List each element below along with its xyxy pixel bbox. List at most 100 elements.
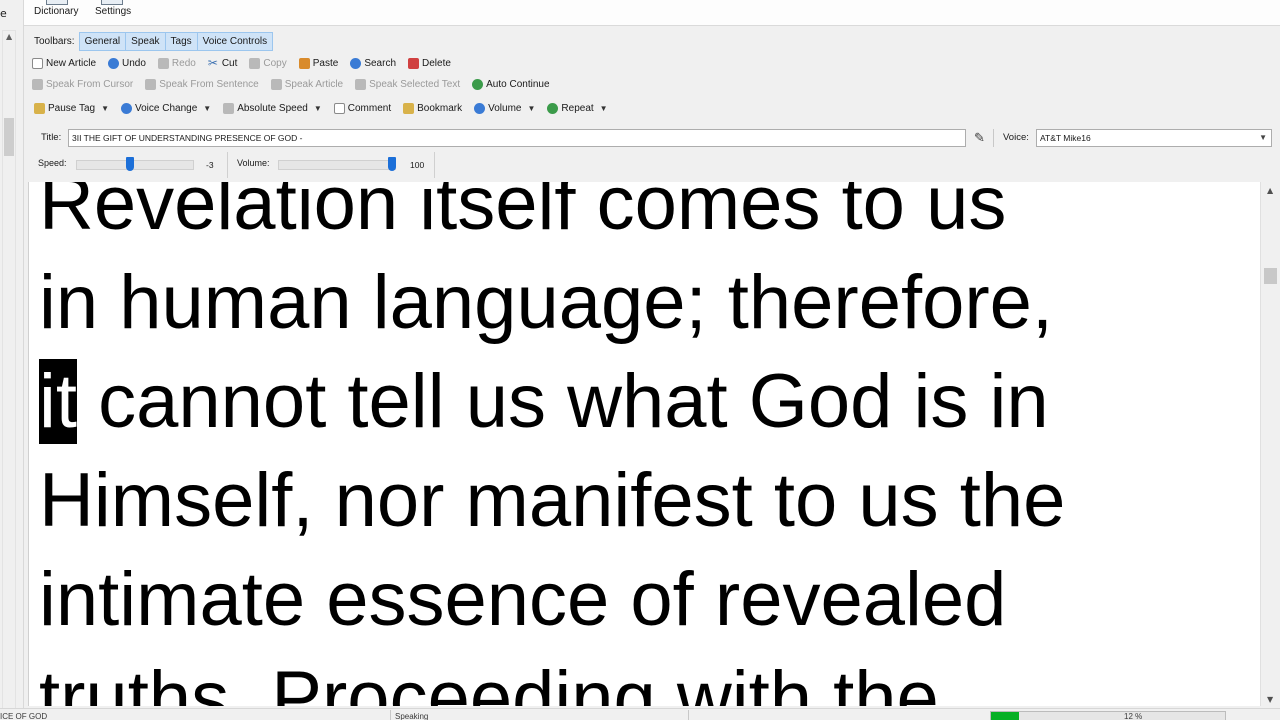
new-article-button[interactable]: New Article xyxy=(32,57,97,69)
general-toolbar: New Article Undo Redo ✂ Cut Copy Paste Se… xyxy=(32,53,463,73)
scroll-up-icon[interactable]: ▲ xyxy=(1267,186,1273,195)
speed-slider-track[interactable] xyxy=(76,160,194,170)
speaker-icon xyxy=(474,102,486,114)
volume-button[interactable]: Volume ▼ xyxy=(474,102,535,114)
scissors-icon: ✂ xyxy=(207,55,218,70)
new-article-label: New Article xyxy=(46,57,97,69)
chevron-down-icon[interactable]: ▼ xyxy=(203,104,211,113)
cut-label: Cut xyxy=(221,57,238,69)
paste-label: Paste xyxy=(312,57,339,69)
text-line-with-highlight: it cannot tell us what God is in xyxy=(39,352,1260,451)
toolbars-label: Toolbars: xyxy=(34,35,75,47)
undo-icon xyxy=(108,57,120,69)
speak-article-icon xyxy=(270,78,282,90)
speak-from-cursor-button[interactable]: Speak From Cursor xyxy=(32,78,134,90)
auto-continue-button[interactable]: Auto Continue xyxy=(472,78,550,90)
article-text: Revelation itself comes to us in human l… xyxy=(39,182,1260,706)
volume-value: 100 xyxy=(410,160,425,170)
tab-speak[interactable]: Speak xyxy=(125,31,166,51)
chevron-down-icon: ▼ xyxy=(1259,133,1267,142)
search-icon xyxy=(350,57,362,69)
speak-from-sentence-icon xyxy=(145,78,157,90)
settings-icon xyxy=(101,0,123,5)
chevron-down-icon[interactable]: ▼ xyxy=(600,104,608,113)
redo-icon xyxy=(157,57,169,69)
divider xyxy=(993,129,994,147)
chevron-down-icon[interactable]: ▼ xyxy=(314,104,322,113)
absolute-speed-button[interactable]: Absolute Speed ▼ xyxy=(223,102,322,114)
speak-article-label: Speak Article xyxy=(284,78,344,90)
speed-label: Speed: xyxy=(38,158,67,168)
dictionary-button[interactable]: Dictionary xyxy=(34,0,78,17)
divider xyxy=(434,152,435,178)
tags-toolbar: Pause Tag ▼ Voice Change ▼ Absolute Speed ▼… xyxy=(34,98,620,118)
divider xyxy=(688,710,689,720)
volume-slider-track[interactable] xyxy=(278,160,396,170)
search-button[interactable]: Search xyxy=(350,57,397,69)
undo-button[interactable]: Undo xyxy=(108,57,146,69)
speak-from-cursor-label: Speak From Cursor xyxy=(46,78,134,90)
chevron-down-icon[interactable]: ▼ xyxy=(101,104,109,113)
speak-from-cursor-icon xyxy=(32,78,43,90)
text-line: intimate essence of revealed xyxy=(39,557,1007,642)
auto-continue-label: Auto Continue xyxy=(486,78,550,90)
speak-toolbar: Speak From Cursor Speak From Sentence Sp… xyxy=(32,74,562,94)
bookmark-button[interactable]: Bookmark xyxy=(403,102,462,114)
scroll-down-icon[interactable]: ▼ xyxy=(1267,695,1273,704)
copy-label: Copy xyxy=(263,57,287,69)
redo-label: Redo xyxy=(171,57,196,69)
title-voice-row: Title: 3II THE GIFT OF UNDERSTANDING PRE… xyxy=(24,127,1280,149)
repeat-label: Repeat xyxy=(561,102,594,114)
reading-pane[interactable]: Revelation itself comes to us in human l… xyxy=(28,182,1260,706)
speak-from-sentence-button[interactable]: Speak From Sentence xyxy=(145,78,259,90)
tab-voice-controls[interactable]: Voice Controls xyxy=(196,31,274,51)
reader-scrollbar[interactable]: ▲ ▼ xyxy=(1260,182,1280,706)
speak-selected-text-button[interactable]: Speak Selected Text xyxy=(355,78,461,90)
delete-label: Delete xyxy=(422,57,451,69)
settings-button[interactable]: Settings xyxy=(95,0,132,17)
delete-button[interactable]: Delete xyxy=(408,57,451,69)
cut-button[interactable]: ✂ Cut xyxy=(207,55,238,70)
search-label: Search xyxy=(364,57,397,69)
volume-slider-handle[interactable] xyxy=(388,157,396,171)
volume-slider-label: Volume: xyxy=(237,158,270,168)
paste-button[interactable]: Paste xyxy=(298,57,339,69)
chevron-down-icon[interactable]: ▼ xyxy=(527,104,535,113)
speed-value: -3 xyxy=(206,160,214,170)
absolute-speed-icon xyxy=(223,102,235,114)
speak-selected-text-label: Speak Selected Text xyxy=(369,78,461,90)
repeat-button[interactable]: Repeat ▼ xyxy=(547,102,608,114)
status-state: Speaking xyxy=(395,712,429,720)
new-article-icon xyxy=(32,57,43,69)
voice-select[interactable]: AT&T Mike16 ▼ xyxy=(1036,129,1272,147)
text-line: truths. Proceeding with the xyxy=(39,656,939,706)
progress-bar xyxy=(990,711,1226,720)
redo-button[interactable]: Redo xyxy=(157,57,196,69)
comment-button[interactable]: Comment xyxy=(333,102,391,114)
bookmark-icon xyxy=(403,102,415,114)
pause-tag-icon xyxy=(34,102,45,114)
copy-icon xyxy=(249,57,261,69)
undo-label: Undo xyxy=(122,57,146,69)
settings-label: Settings xyxy=(95,6,132,17)
text-line: Revelation itself comes to us xyxy=(39,182,1007,246)
pen-icon[interactable]: ✎ xyxy=(974,130,985,146)
voice-change-button[interactable]: Voice Change ▼ xyxy=(121,102,211,114)
pause-tag-button[interactable]: Pause Tag ▼ xyxy=(34,102,109,114)
edge-text-fragment: e xyxy=(0,7,7,20)
left-scroll-thumb[interactable] xyxy=(4,118,14,156)
volume-label: Volume xyxy=(488,102,522,114)
speed-slider-handle[interactable] xyxy=(125,157,134,171)
speak-article-button[interactable]: Speak Article xyxy=(270,78,344,90)
title-input[interactable]: 3II THE GIFT OF UNDERSTANDING PRESENCE O… xyxy=(68,129,966,147)
copy-button[interactable]: Copy xyxy=(249,57,287,69)
comment-icon xyxy=(333,102,345,114)
tab-general[interactable]: General xyxy=(78,31,127,51)
delete-icon xyxy=(408,57,420,69)
absolute-speed-label: Absolute Speed xyxy=(237,102,308,114)
progress-fill xyxy=(991,712,1020,720)
progress-label: 12 % xyxy=(1124,712,1143,720)
scroll-up-icon[interactable]: ▲ xyxy=(6,32,12,41)
reader-scroll-thumb[interactable] xyxy=(1264,268,1277,284)
tab-tags[interactable]: Tags xyxy=(164,31,198,51)
